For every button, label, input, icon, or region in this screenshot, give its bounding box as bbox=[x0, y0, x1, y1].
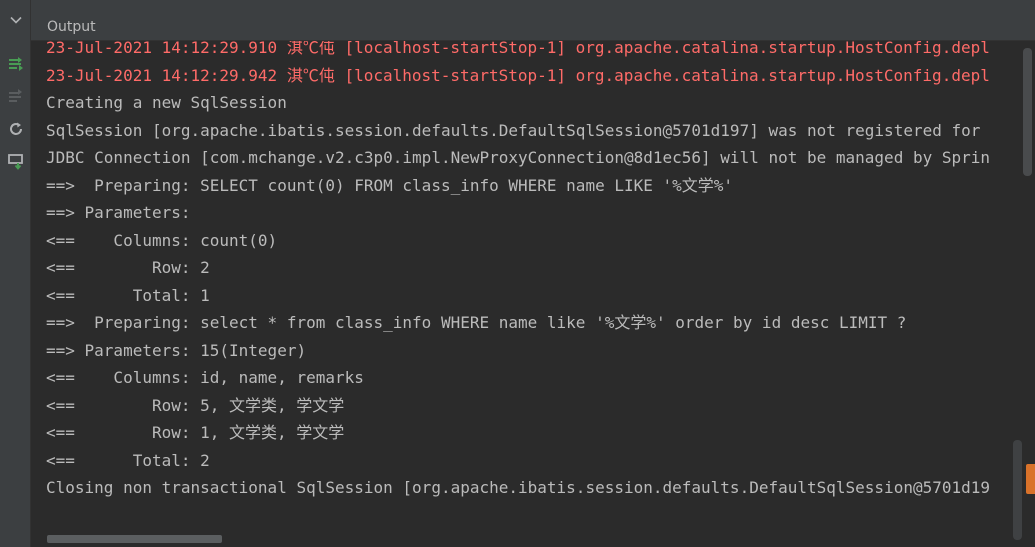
collapse-button[interactable] bbox=[0, 0, 31, 40]
horizontal-scrollbar-thumb[interactable] bbox=[47, 535, 222, 543]
console-line: ==> Parameters: bbox=[46, 203, 201, 222]
console-line: Creating a new SqlSession bbox=[46, 93, 287, 112]
console-line: <== Row: 2 bbox=[46, 258, 210, 277]
panel-title: Output bbox=[47, 19, 96, 35]
console-line: 23-Jul-2021 14:12:29.942 淇℃伅 [localhost-… bbox=[46, 65, 990, 85]
chevron-down-icon bbox=[9, 16, 22, 24]
console-line: JDBC Connection [com.mchange.v2.c3p0.imp… bbox=[46, 148, 991, 167]
soft-wrap-button[interactable] bbox=[0, 84, 31, 108]
output-toolbar bbox=[0, 0, 31, 547]
console-line: <== Total: 2 bbox=[46, 450, 210, 470]
output-header: Output bbox=[31, 0, 1035, 41]
console-line: 23-Jul-2021 14:12:29.910 淇℃伅 [localhost-… bbox=[46, 41, 990, 57]
console-line: <== Columns: id, name, remarks bbox=[46, 368, 364, 387]
error-stripe-marker[interactable] bbox=[1026, 464, 1035, 494]
rerun-button[interactable] bbox=[0, 117, 31, 141]
console-output[interactable]: 23-Jul-2021 14:12:29.910 淇℃伅 [localhost-… bbox=[31, 41, 1035, 547]
scroll-to-end-button[interactable] bbox=[0, 52, 31, 76]
console-line: ==> Preparing: select * from class_info … bbox=[46, 313, 907, 332]
console-line: Closing non transactional SqlSession [or… bbox=[46, 478, 991, 497]
vertical-scrollbar-track[interactable] bbox=[1013, 440, 1022, 540]
console-line: <== Row: 5, 文学类, 学文学 bbox=[46, 395, 345, 415]
console-lines: 23-Jul-2021 14:12:29.910 淇℃伅 [localhost-… bbox=[46, 41, 990, 502]
vertical-scrollbar-thumb[interactable] bbox=[1023, 48, 1032, 176]
deploy-button[interactable] bbox=[0, 149, 31, 173]
console-line: SqlSession [org.apache.ibatis.session.de… bbox=[46, 120, 981, 140]
scroll-disabled-icon bbox=[8, 89, 22, 102]
rerun-icon bbox=[9, 122, 22, 135]
console-line: <== Row: 1, 文学类, 学文学 bbox=[46, 423, 345, 442]
console-line: ==> Parameters: 15(Integer) bbox=[46, 340, 307, 360]
console-line: <== Total: 1 bbox=[46, 285, 210, 305]
scroll-to-end-icon bbox=[8, 57, 23, 71]
console-line: ==> Preparing: SELECT count(0) FROM clas… bbox=[46, 175, 734, 195]
console-line: <== Columns: count(0) bbox=[46, 230, 278, 250]
deploy-icon bbox=[7, 154, 23, 170]
output-tool-window: Output 23-Jul-2021 14:12:29.910 淇℃伅 [loc… bbox=[0, 0, 1035, 547]
